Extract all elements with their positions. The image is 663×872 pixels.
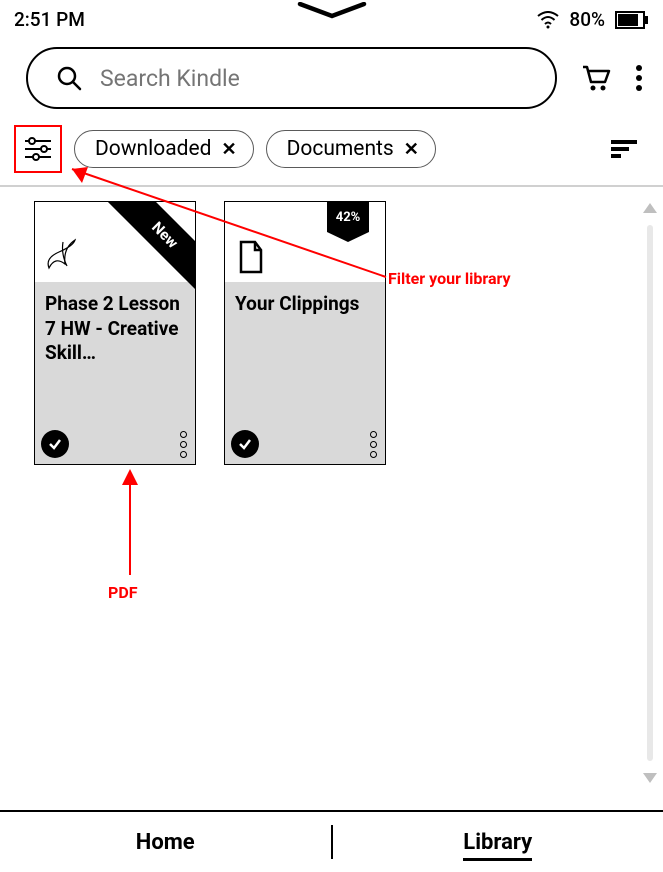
scroll-down-arrow[interactable] bbox=[641, 771, 659, 785]
bottom-nav: Home Library bbox=[0, 810, 663, 872]
search-icon bbox=[56, 65, 82, 91]
nav-home-label: Home bbox=[136, 830, 195, 855]
scroll-track[interactable] bbox=[647, 225, 653, 761]
sort-icon bbox=[609, 138, 639, 160]
annotation-arrow bbox=[112, 465, 152, 585]
book-title: Your Clippings bbox=[225, 282, 385, 327]
battery-percent: 80% bbox=[569, 8, 605, 31]
close-icon: ✕ bbox=[404, 139, 419, 160]
search-box[interactable] bbox=[26, 47, 557, 109]
sort-button[interactable] bbox=[609, 138, 643, 160]
library-area: New Phase 2 Lesson 7 HW - Creative Skill… bbox=[0, 187, 663, 799]
nav-library[interactable]: Library bbox=[333, 830, 663, 855]
filter-row: Downloaded ✕ Documents ✕ bbox=[0, 119, 663, 183]
downloaded-check-icon bbox=[41, 430, 69, 458]
nav-library-label: Library bbox=[463, 830, 532, 861]
cart-button[interactable] bbox=[581, 64, 611, 92]
more-menu-button[interactable] bbox=[635, 64, 643, 92]
search-row bbox=[0, 35, 663, 119]
book-options-button[interactable] bbox=[370, 431, 377, 458]
nav-home[interactable]: Home bbox=[0, 830, 331, 855]
book-title: Phase 2 Lesson 7 HW - Creative Skill… bbox=[35, 282, 195, 376]
book-card[interactable]: New Phase 2 Lesson 7 HW - Creative Skill… bbox=[34, 201, 196, 465]
filter-button[interactable] bbox=[14, 125, 62, 173]
book-options-button[interactable] bbox=[180, 431, 187, 458]
chip-label: Downloaded bbox=[95, 137, 211, 161]
filter-icon bbox=[23, 136, 53, 162]
kebab-icon bbox=[635, 64, 643, 92]
chip-label: Documents bbox=[287, 137, 394, 161]
progress-badge: 42% bbox=[327, 202, 369, 232]
swipe-handle-icon[interactable] bbox=[296, 2, 368, 22]
document-icon bbox=[237, 240, 265, 274]
battery-icon bbox=[615, 11, 649, 29]
scroll-up-arrow[interactable] bbox=[641, 201, 659, 215]
annotation-pdf-label: PDF bbox=[108, 583, 138, 602]
close-icon: ✕ bbox=[221, 139, 236, 160]
filter-chip-documents[interactable]: Documents ✕ bbox=[266, 130, 436, 168]
downloaded-check-icon bbox=[231, 430, 259, 458]
wifi-icon bbox=[537, 11, 559, 29]
book-grid: New Phase 2 Lesson 7 HW - Creative Skill… bbox=[34, 201, 629, 465]
pdf-icon bbox=[43, 236, 81, 274]
annotation-filter-label: Filter your library bbox=[388, 269, 511, 288]
search-input[interactable] bbox=[100, 65, 527, 92]
cart-icon bbox=[581, 64, 611, 92]
clock: 2:51 PM bbox=[14, 8, 85, 31]
filter-chip-downloaded[interactable]: Downloaded ✕ bbox=[74, 130, 254, 168]
book-card[interactable]: 42% Your Clippings bbox=[224, 201, 386, 465]
